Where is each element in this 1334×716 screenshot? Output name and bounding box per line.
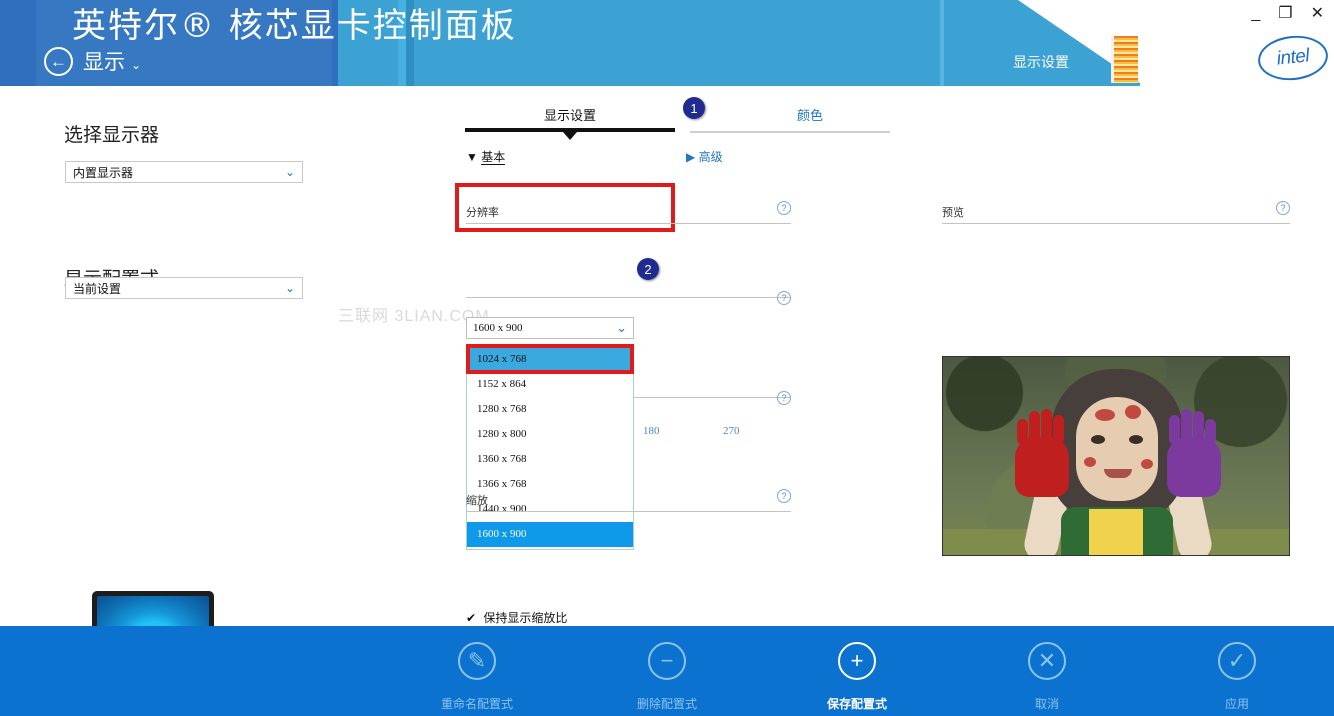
display-profile-dropdown[interactable]: 当前设置 ⌄ xyxy=(65,277,303,299)
rotation-section-header: ? xyxy=(466,291,791,305)
select-display-value: 内置显示器 xyxy=(73,165,134,180)
chevron-down-icon: ⌄ xyxy=(616,320,627,335)
help-icon[interactable]: ? xyxy=(777,489,791,503)
toolbar-label-4: 取消 xyxy=(1034,697,1059,711)
resolution-option[interactable]: 1280 x 768 xyxy=(467,397,633,422)
select-display-heading: 选择显示器 xyxy=(64,125,160,146)
display-profile-value: 当前设置 xyxy=(73,281,122,296)
preview-hand-purple xyxy=(1167,409,1221,497)
header-thumbnail-icon xyxy=(1111,36,1138,83)
tab-display-settings-label: 显示设置 xyxy=(543,108,596,123)
annotation-box-2 xyxy=(466,344,634,374)
section-divider xyxy=(942,223,1290,224)
toggle-basic-label: 基本 xyxy=(481,150,506,165)
toolbar-button-3[interactable]: + 保存配置式 xyxy=(782,642,932,712)
close-button[interactable]: ✕ xyxy=(1311,6,1324,22)
help-icon[interactable]: ? xyxy=(777,291,791,305)
restore-button[interactable]: ❐ xyxy=(1278,6,1292,22)
header-section-label: 显示设置 xyxy=(1013,54,1069,70)
toolbar-button-5: ✓ 应用 xyxy=(1162,642,1312,712)
checkmark-icon: ✔ xyxy=(466,611,477,625)
keep-display-ratio-label: 保持显示缩放比 xyxy=(483,611,568,625)
toolbar-button-4: ✕ 取消 xyxy=(972,642,1122,712)
annotation-badge-2: 2 xyxy=(637,258,659,280)
annotation-badge-1: 1 xyxy=(683,97,705,119)
toolbar-icon-1: ✎ xyxy=(458,642,496,680)
section-divider xyxy=(466,511,791,512)
main-content: 三联网 3LIAN.COM 选择显示器 内置显示器 ⌄ 显示配置式 当前设置 ⌄… xyxy=(0,86,1334,690)
preview-section-header: 预览 ? xyxy=(942,201,1290,224)
resolution-option[interactable]: 1360 x 768 xyxy=(467,447,633,472)
resolution-option-list[interactable]: 1024 x 768 1152 x 864 1280 x 768 1280 x 800… xyxy=(466,344,634,550)
toolbar-label-1: 重命名配置式 xyxy=(440,697,513,711)
toolbar-label-2: 删除配置式 xyxy=(636,697,697,711)
resolution-option[interactable]: 1280 x 800 xyxy=(467,422,633,447)
preview-paint-blotch xyxy=(1095,409,1115,421)
triangle-down-icon: ▼ xyxy=(466,150,478,164)
toggle-advanced-label: 高级 xyxy=(698,150,723,164)
preview-image xyxy=(942,356,1290,556)
window-controls[interactable]: _ ❐ ✕ xyxy=(1251,6,1324,22)
chevron-down-icon: ⌄ xyxy=(284,165,295,179)
rotation-option-270[interactable]: 270 xyxy=(723,425,740,437)
help-icon[interactable]: ? xyxy=(1276,201,1290,215)
keep-display-ratio-option[interactable]: ✔ 保持显示缩放比 xyxy=(466,609,567,626)
back-label-text: 显示 xyxy=(83,51,125,74)
back-arrow-icon[interactable]: ← xyxy=(44,46,73,76)
toolbar-label-3: 保存配置式 xyxy=(826,697,887,711)
help-icon[interactable]: ? xyxy=(777,391,791,405)
back-label[interactable]: 显示 ⌄ xyxy=(83,46,141,76)
preview-eye-right xyxy=(1129,435,1143,444)
tab-color[interactable]: 颜色 xyxy=(755,105,865,124)
toggle-basic[interactable]: ▼ 基本 xyxy=(466,148,506,165)
app-title: 英特尔® 核芯显卡控制面板 xyxy=(72,6,517,46)
back-navigation[interactable]: ← 显示 ⌄ xyxy=(44,46,141,76)
toolbar-icon-3: + xyxy=(838,642,876,680)
bottom-toolbar: ✎ 重命名配置式 − 删除配置式 + 保存配置式 ✕ 取消 ✓ 应用 xyxy=(0,626,1334,716)
toolbar-button-1: ✎ 重命名配置式 xyxy=(402,642,552,712)
resolution-section-header: 分辨率 ? xyxy=(466,201,791,224)
resolution-option[interactable]: 1600 x 900 xyxy=(467,522,633,547)
preview-eye-left xyxy=(1091,435,1105,444)
preview-hand-red xyxy=(1015,409,1069,497)
toggle-advanced[interactable]: ▶ 高级 xyxy=(686,148,723,165)
toolbar-button-2: − 删除配置式 xyxy=(592,642,742,712)
resolution-option[interactable]: 1152 x 864 xyxy=(467,372,633,397)
tab-display-settings[interactable]: 显示设置 xyxy=(465,105,675,140)
select-display-dropdown[interactable]: 内置显示器 ⌄ xyxy=(65,161,303,183)
toolbar-icon-2: − xyxy=(648,642,686,680)
scaling-label: 缩放 xyxy=(466,495,488,507)
triangle-right-icon: ▶ xyxy=(686,150,696,164)
resolution-label: 分辨率 xyxy=(466,207,499,219)
section-divider xyxy=(466,223,791,224)
rotation-option-180[interactable]: 180 xyxy=(643,425,660,437)
preview-paint-blotch xyxy=(1084,457,1096,467)
preview-label: 预览 xyxy=(942,207,964,219)
preview-face xyxy=(1076,397,1158,501)
section-divider xyxy=(466,297,791,298)
preview-paint-blotch xyxy=(1125,405,1141,419)
preview-paint-blotch xyxy=(1141,459,1153,469)
tab-inactive-underline xyxy=(690,131,890,133)
chevron-down-icon: ⌄ xyxy=(284,281,295,295)
header-band xyxy=(0,0,36,86)
resolution-dropdown[interactable]: 1600 x 900 ⌄ xyxy=(466,317,634,339)
toolbar-icon-5: ✓ xyxy=(1218,642,1256,680)
toolbar-icon-4: ✕ xyxy=(1028,642,1066,680)
preview-bib xyxy=(1089,509,1143,555)
window-header: 英特尔® 核芯显卡控制面板 ← 显示 ⌄ 显示设置 intel _ ❐ ✕ xyxy=(0,0,1334,86)
help-icon[interactable]: ? xyxy=(777,201,791,215)
chevron-down-icon: ⌄ xyxy=(131,58,142,72)
scaling-section-header: 缩放 ? xyxy=(466,489,791,512)
tab-active-marker-icon xyxy=(563,132,577,140)
minimize-button[interactable]: _ xyxy=(1251,6,1260,22)
resolution-current-value: 1600 x 900 xyxy=(473,322,523,334)
toolbar-label-5: 应用 xyxy=(1224,697,1249,711)
